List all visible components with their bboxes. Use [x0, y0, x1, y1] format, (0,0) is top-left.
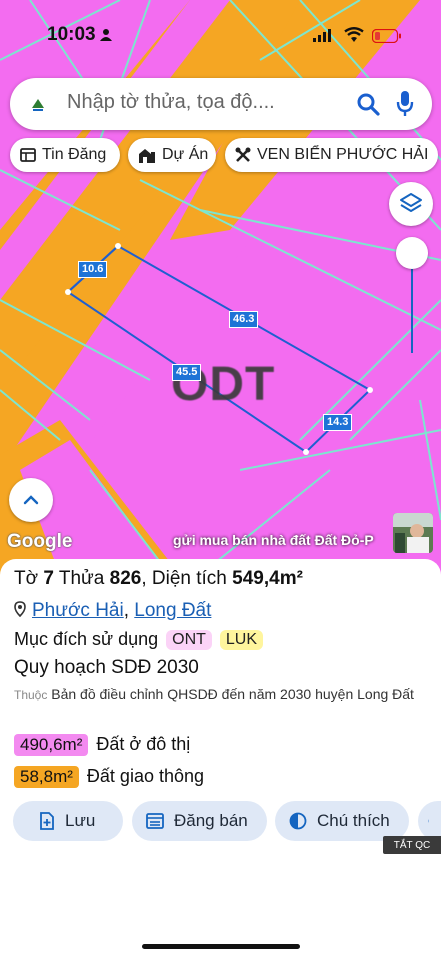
parcel-vertex	[115, 243, 121, 249]
buildings-icon	[139, 149, 155, 163]
hide-ads-button[interactable]: TẮT QC	[383, 836, 441, 854]
land-use-row: Mục đích sử dụng ONT LUK	[14, 629, 264, 650]
parcel-area: 549,4m²	[232, 568, 303, 589]
area-row-residential: 490,6m² Đất ở đô thị	[14, 732, 190, 757]
layers-button[interactable]	[389, 182, 433, 226]
map-view[interactable]: ODT 10.6 46.3 45.5 14.3 10:03 Nhập tờ th…	[0, 0, 441, 575]
post-sale-button[interactable]: Đăng bán	[132, 801, 267, 841]
status-time: 10:03	[47, 24, 96, 45]
area-value: 490,6m²	[14, 733, 89, 756]
chip-label: Dự Án	[162, 146, 209, 163]
plan-title: Quy hoạch SDĐ 2030	[14, 657, 199, 678]
ad-photo	[393, 513, 433, 553]
sheet-label: Tờ	[14, 568, 39, 589]
bookmark-add-icon	[40, 812, 54, 830]
ward-link[interactable]: Phước Hải	[32, 600, 124, 621]
expand-up-button[interactable]	[9, 478, 53, 522]
chip-ven-bien-phuoc-hai[interactable]: VEN BIỂN PHƯỚC HẢI	[225, 138, 438, 172]
lot-label: Thửa	[58, 568, 105, 589]
search-icon[interactable]	[356, 92, 380, 116]
lot-number: 826	[109, 568, 142, 589]
parcel-vertex	[65, 289, 71, 295]
area-value: 58,8m²	[14, 765, 79, 788]
area-row-traffic: 58,8m² Đất giao thông	[14, 764, 204, 789]
search-bar[interactable]: Nhập tờ thửa, tọa độ....	[10, 78, 432, 130]
dimension-label: 14.3	[323, 414, 353, 431]
zoom-slider-handle[interactable]	[396, 237, 428, 269]
parcel-title: Tờ 7 Thửa 826, Diện tích 549,4m²	[14, 568, 303, 589]
microphone-icon[interactable]	[396, 90, 414, 118]
usage-badge-luk: LUK	[219, 629, 264, 650]
location-pin-icon	[14, 601, 26, 618]
dimension-label: 46.3	[229, 311, 259, 328]
chip-label: Tin Đăng	[42, 146, 107, 163]
dimension-label: 10.6	[78, 261, 108, 278]
newspaper-icon	[20, 148, 36, 162]
listing-icon	[146, 813, 164, 829]
zoom-slider-track[interactable]	[411, 268, 413, 353]
layers-icon	[400, 193, 422, 212]
tools-icon	[235, 147, 251, 162]
district-link[interactable]: Long Đất	[134, 600, 211, 621]
chip-tin-dang[interactable]: Tin Đăng	[10, 138, 120, 172]
parcel-location: Phước Hải, Long Đất	[14, 600, 211, 622]
plan-source: Thuộc Bản đồ điều chỉnh QHSDĐ đến năm 20…	[14, 684, 434, 705]
ad-thumbnail-image[interactable]	[393, 513, 433, 553]
save-label: Lưu	[65, 811, 96, 830]
more-icon	[428, 819, 429, 823]
post-sale-label: Đăng bán	[174, 811, 248, 830]
ad-banner-text[interactable]: gửi mua bán nhà đất Đất Đỏ-P	[173, 532, 374, 548]
legend-button[interactable]: Chú thích	[275, 801, 409, 841]
home-indicator[interactable]	[142, 944, 300, 949]
legend-label: Chú thích	[317, 811, 390, 830]
usage-label: Mục đích sử dụng	[14, 629, 159, 649]
area-type-label: Đất ở đô thị	[96, 734, 191, 754]
dimension-label: 45.5	[172, 364, 202, 381]
contrast-icon	[289, 812, 307, 830]
app-logo-icon	[26, 92, 50, 116]
sheet-number: 7	[43, 568, 54, 589]
status-bar: 10:03	[0, 0, 441, 72]
parcel-vertex	[303, 449, 309, 455]
area-type-label: Đất giao thông	[86, 766, 205, 786]
usage-badge-ont: ONT	[166, 629, 212, 650]
search-input[interactable]: Nhập tờ thửa, tọa độ....	[67, 91, 275, 114]
area-label: Diện tích	[151, 568, 227, 589]
save-button[interactable]: Lưu	[13, 801, 123, 841]
wifi-icon	[344, 27, 364, 42]
battery-icon	[372, 29, 401, 43]
source-prefix: Thuộc	[14, 688, 48, 702]
chevron-up-icon	[23, 495, 39, 505]
person-icon	[100, 29, 112, 41]
source-text: Bản đồ điều chỉnh QHSDĐ đến năm 2030 huy…	[51, 686, 414, 702]
cellular-signal-icon	[313, 29, 331, 42]
google-attribution: Google	[7, 531, 73, 552]
chip-label: VEN BIỂN PHƯỚC HẢI	[257, 146, 429, 163]
chip-du-an[interactable]: Dự Án	[128, 138, 216, 172]
parcel-vertex	[367, 387, 373, 393]
